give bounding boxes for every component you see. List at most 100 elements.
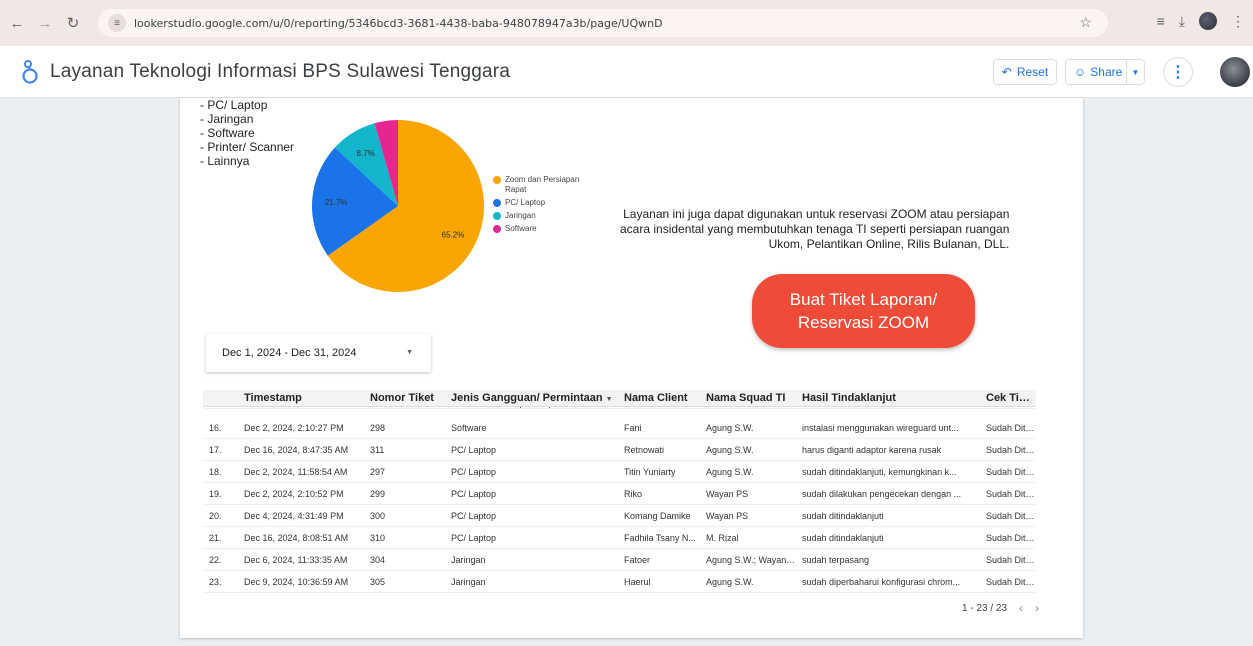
cell-squad: Agung S.W. — [706, 423, 754, 433]
url-text[interactable]: lookerstudio.google.com/u/0/reporting/53… — [134, 17, 663, 30]
create-ticket-button[interactable]: Buat Tiket Laporan/ Reservasi ZOOM — [752, 274, 975, 348]
cell-type: Jaringan — [451, 555, 486, 565]
cell-timestamp: Dec 6, 2024, 11:33:35 AM — [244, 555, 348, 565]
share-dropdown-icon[interactable]: ▼ — [1126, 60, 1144, 84]
cell-squad: Agung S.W. — [706, 577, 754, 587]
share-label: Share — [1090, 65, 1123, 79]
category-item: - Lainnya — [200, 154, 250, 168]
menu-icon[interactable]: ⋮ — [1231, 13, 1245, 30]
chevron-right-icon[interactable]: › — [1035, 601, 1039, 615]
table-header: Timestamp Nomor Tiket Jenis Gangguan/ Pe… — [203, 390, 1036, 407]
reset-button[interactable]: ↶ Reset — [993, 59, 1057, 85]
cell-check: Sudah Ditindaklanj... — [986, 423, 1036, 433]
cell-ticket-number: 297 — [370, 467, 386, 477]
pagination-range: 1 - 23 / 23 — [962, 602, 1008, 614]
cell-type: Jaringan — [451, 577, 486, 587]
col-header-check[interactable]: Cek Tindaklanjut — [980, 390, 1036, 406]
site-info-icon[interactable]: ≡ — [108, 14, 126, 32]
cell-squad: Wayan PS — [706, 489, 749, 499]
table-row[interactable]: 22. Dec 6, 2024, 11:33:35 AM 304 Jaringan Fa… — [203, 550, 1036, 571]
cell-check: Sudah Ditindaklanj... — [986, 445, 1036, 455]
cell-index: 21. — [209, 533, 222, 543]
legend-swatch — [493, 212, 501, 220]
cell-index: 19. — [209, 489, 222, 499]
cell-ticket-number: 304 — [370, 555, 386, 565]
cell-result: harus diganti adaptor karena rusak — [802, 445, 942, 455]
cell-result: sudah terpasang — [802, 555, 870, 565]
cell-index: 20. — [209, 511, 222, 521]
table-row[interactable]: 19. Dec 2, 2024, 2:10:52 PM 299 PC/ Laptop R… — [203, 484, 1036, 505]
category-item: - Jaringan — [200, 112, 254, 126]
col-header-result[interactable]: Hasil Tindaklanjut — [796, 390, 980, 406]
info-line: Ukom, Pelantikan Online, Rilis Bulanan, … — [768, 237, 1010, 251]
category-item: - PC/ Laptop — [200, 98, 268, 112]
cell-client: Haerul — [624, 577, 651, 587]
col-header-type[interactable]: Jenis Gangguan/ Permintaan ▼ — [445, 390, 618, 406]
download-icon[interactable]: ⤓ — [1179, 13, 1185, 30]
chevron-left-icon[interactable]: ‹ — [1019, 601, 1023, 615]
cell-client: Riko — [624, 489, 643, 499]
legend-item[interactable]: Jaringan — [493, 211, 593, 221]
cell-ticket-number: 310 — [370, 533, 386, 543]
tickets-table: Timestamp Nomor Tiket Jenis Gangguan/ Pe… — [203, 390, 1036, 596]
cell-timestamp: Dec 2, 2024, 2:10:52 PM — [244, 489, 344, 499]
cell-ticket-number: 311 — [370, 445, 385, 455]
col-header-type-label: Jenis Gangguan/ Permintaan — [451, 392, 603, 404]
table-row[interactable]: 21. Dec 16, 2024, 8:08:51 AM 310 PC/ Laptop… — [203, 528, 1036, 549]
cell-timestamp: Dec 16, 2024, 8:47:35 AM — [244, 445, 349, 455]
sort-desc-icon: ▼ — [605, 396, 613, 403]
cell-client: Fatoer — [624, 555, 651, 565]
report-title: Layanan Teknologi Informasi BPS Sulawesi… — [50, 60, 511, 82]
col-header-squad[interactable]: Nama Squad TI — [700, 390, 796, 406]
share-button[interactable]: ☺ Share ▼ — [1065, 59, 1145, 85]
cell-result: sudah ditindaklanjuti — [802, 533, 884, 543]
category-item: - Software — [200, 126, 255, 140]
cell-result: sudah dilakukan pengecekan dengan ... — [802, 489, 962, 499]
extensions-icon[interactable]: ≡ — [1157, 13, 1165, 29]
legend-item[interactable]: Zoom dan Persiapan Rapat — [493, 175, 593, 195]
forward-icon[interactable]: → — [34, 12, 56, 34]
col-header-timestamp[interactable]: Timestamp — [238, 390, 364, 406]
table-row[interactable]: 20. Dec 4, 2024, 4:31:49 PM 300 PC/ Laptop K… — [203, 506, 1036, 527]
table-row[interactable]: 23. Dec 9, 2024, 10:36:59 AM 305 Jaringan Ha… — [203, 572, 1036, 593]
col-header-ticket-number[interactable]: Nomor Tiket — [364, 390, 445, 406]
address-bar[interactable]: ≡ lookerstudio.google.com/u/0/reporting/… — [98, 9, 1108, 37]
cell-client: Fani — [624, 423, 642, 433]
col-header-client[interactable]: Nama Client — [618, 390, 700, 406]
legend-item[interactable]: Software — [493, 224, 593, 234]
pie-slice-label: 21.7% — [325, 198, 348, 207]
cell-timestamp: Dec 4, 2024, 4:31:49 PM — [244, 511, 344, 521]
date-range-control[interactable]: Dec 1, 2024 - Dec 31, 2024 ▼ — [206, 334, 431, 372]
legend-label: Jaringan — [505, 211, 536, 220]
looker-studio-logo-icon[interactable] — [18, 57, 44, 87]
table-row[interactable]: 17. Dec 16, 2024, 8:47:35 AM 311 PC/ Laptop… — [203, 440, 1036, 461]
cell-result: sudah diperbaharui konfigurasi chrom... — [802, 577, 961, 587]
reload-icon[interactable]: ↻ — [62, 12, 84, 34]
avatar[interactable] — [1220, 57, 1250, 87]
pie-slice-label: 8.7% — [357, 149, 375, 158]
cell-result: sudah ditindaklanjuti, kemungkinan k... — [802, 467, 957, 477]
cell-index: 18. — [209, 467, 222, 477]
cell-check: Sudah Ditindaklanj... — [986, 489, 1036, 499]
more-options-icon[interactable]: ⋮ — [1163, 57, 1193, 87]
table-row[interactable]: 18. Dec 2, 2024, 11:58:54 AM 297 PC/ Laptop… — [203, 462, 1036, 483]
legend-item[interactable]: PC/ Laptop — [493, 198, 593, 208]
cell-type: PC/ Laptop — [451, 533, 497, 543]
back-icon[interactable]: ← — [6, 12, 28, 34]
legend-swatch — [493, 176, 501, 184]
profile-icon[interactable] — [1199, 12, 1217, 30]
cell-client: Komang Damike — [624, 511, 691, 521]
legend-label: Zoom dan Persiapan Rapat — [505, 175, 580, 194]
cell-index: 23. — [209, 577, 222, 587]
legend-swatch — [493, 199, 501, 207]
pie-chart[interactable]: 65.2% 21.7% 8.7% — [312, 120, 484, 292]
cell-type: PC/ Laptop — [451, 511, 497, 521]
legend-label: Software — [505, 224, 537, 233]
chevron-down-icon: ▼ — [406, 349, 413, 356]
table-row[interactable]: 16. Dec 2, 2024, 2:10:27 PM 298 Software Fan… — [203, 418, 1036, 439]
cell-index: 22. — [209, 555, 222, 565]
report-header: Layanan Teknologi Informasi BPS Sulawesi… — [0, 46, 1253, 98]
cell-type: PC/ Laptop — [451, 445, 497, 455]
star-icon[interactable]: ☆ — [1079, 14, 1092, 31]
category-item: - Printer/ Scanner — [200, 140, 295, 154]
